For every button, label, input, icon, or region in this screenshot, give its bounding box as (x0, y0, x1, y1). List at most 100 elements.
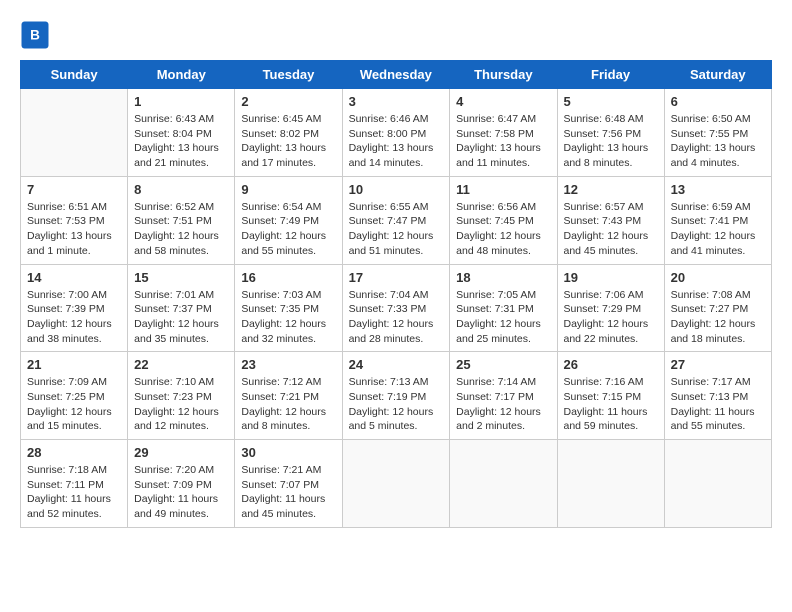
calendar-cell: 28 Sunrise: 7:18 AM Sunset: 7:11 PM Dayli… (21, 440, 128, 528)
calendar-cell: 22 Sunrise: 7:10 AM Sunset: 7:23 PM Dayli… (128, 352, 235, 440)
calendar-cell: 27 Sunrise: 7:17 AM Sunset: 7:13 PM Dayli… (664, 352, 771, 440)
weekday-header: Monday (128, 61, 235, 89)
day-number: 7 (27, 182, 121, 197)
logo: B (20, 20, 54, 50)
calendar-cell (557, 440, 664, 528)
day-info: Sunrise: 6:56 AM Sunset: 7:45 PM Dayligh… (456, 200, 550, 259)
day-number: 13 (671, 182, 765, 197)
calendar-cell (21, 89, 128, 177)
calendar-cell: 8 Sunrise: 6:52 AM Sunset: 7:51 PM Daylig… (128, 176, 235, 264)
day-info: Sunrise: 6:59 AM Sunset: 7:41 PM Dayligh… (671, 200, 765, 259)
day-info: Sunrise: 7:14 AM Sunset: 7:17 PM Dayligh… (456, 375, 550, 434)
day-info: Sunrise: 6:52 AM Sunset: 7:51 PM Dayligh… (134, 200, 228, 259)
calendar-cell: 17 Sunrise: 7:04 AM Sunset: 7:33 PM Dayli… (342, 264, 450, 352)
calendar-cell (342, 440, 450, 528)
day-info: Sunrise: 7:21 AM Sunset: 7:07 PM Dayligh… (241, 463, 335, 522)
calendar-cell: 15 Sunrise: 7:01 AM Sunset: 7:37 PM Dayli… (128, 264, 235, 352)
calendar-cell: 7Sunrise: 6:51 AM Sunset: 7:53 PM Daylig… (21, 176, 128, 264)
day-number: 5 (564, 94, 658, 109)
calendar-cell: 18 Sunrise: 7:05 AM Sunset: 7:31 PM Dayli… (450, 264, 557, 352)
day-info: Sunrise: 7:16 AM Sunset: 7:15 PM Dayligh… (564, 375, 658, 434)
day-number: 21 (27, 357, 121, 372)
day-number: 9 (241, 182, 335, 197)
day-number: 2 (241, 94, 335, 109)
calendar-cell: 10 Sunrise: 6:55 AM Sunset: 7:47 PM Dayli… (342, 176, 450, 264)
calendar-cell: 21 Sunrise: 7:09 AM Sunset: 7:25 PM Dayli… (21, 352, 128, 440)
calendar-cell: 20 Sunrise: 7:08 AM Sunset: 7:27 PM Dayli… (664, 264, 771, 352)
calendar-week-row: 1 Sunrise: 6:43 AM Sunset: 8:04 PM Daylig… (21, 89, 772, 177)
day-info: Sunrise: 7:17 AM Sunset: 7:13 PM Dayligh… (671, 375, 765, 434)
calendar-week-row: 28 Sunrise: 7:18 AM Sunset: 7:11 PM Dayli… (21, 440, 772, 528)
weekday-header: Thursday (450, 61, 557, 89)
calendar-cell: 2 Sunrise: 6:45 AM Sunset: 8:02 PM Daylig… (235, 89, 342, 177)
calendar-cell: 9 Sunrise: 6:54 AM Sunset: 7:49 PM Daylig… (235, 176, 342, 264)
day-info: Sunrise: 6:43 AM Sunset: 8:04 PM Dayligh… (134, 112, 228, 171)
calendar-cell: 25 Sunrise: 7:14 AM Sunset: 7:17 PM Dayli… (450, 352, 557, 440)
calendar-cell: 16 Sunrise: 7:03 AM Sunset: 7:35 PM Dayli… (235, 264, 342, 352)
calendar-cell: 6Sunrise: 6:50 AM Sunset: 7:55 PM Daylig… (664, 89, 771, 177)
day-number: 12 (564, 182, 658, 197)
day-number: 14 (27, 270, 121, 285)
day-number: 8 (134, 182, 228, 197)
day-info: Sunrise: 6:54 AM Sunset: 7:49 PM Dayligh… (241, 200, 335, 259)
day-number: 26 (564, 357, 658, 372)
day-info: Sunrise: 7:01 AM Sunset: 7:37 PM Dayligh… (134, 288, 228, 347)
day-info: Sunrise: 6:45 AM Sunset: 8:02 PM Dayligh… (241, 112, 335, 171)
calendar-week-row: 7Sunrise: 6:51 AM Sunset: 7:53 PM Daylig… (21, 176, 772, 264)
weekday-header: Sunday (21, 61, 128, 89)
day-number: 10 (349, 182, 444, 197)
day-number: 6 (671, 94, 765, 109)
day-number: 16 (241, 270, 335, 285)
day-info: Sunrise: 7:03 AM Sunset: 7:35 PM Dayligh… (241, 288, 335, 347)
day-info: Sunrise: 7:00 AM Sunset: 7:39 PM Dayligh… (27, 288, 121, 347)
day-info: Sunrise: 7:04 AM Sunset: 7:33 PM Dayligh… (349, 288, 444, 347)
calendar-cell: 13 Sunrise: 6:59 AM Sunset: 7:41 PM Dayli… (664, 176, 771, 264)
day-number: 15 (134, 270, 228, 285)
day-info: Sunrise: 7:18 AM Sunset: 7:11 PM Dayligh… (27, 463, 121, 522)
calendar-cell: 26 Sunrise: 7:16 AM Sunset: 7:15 PM Dayli… (557, 352, 664, 440)
day-number: 25 (456, 357, 550, 372)
calendar-cell: 1 Sunrise: 6:43 AM Sunset: 8:04 PM Daylig… (128, 89, 235, 177)
weekday-header: Tuesday (235, 61, 342, 89)
day-number: 20 (671, 270, 765, 285)
logo-icon: B (20, 20, 50, 50)
day-number: 29 (134, 445, 228, 460)
day-info: Sunrise: 6:47 AM Sunset: 7:58 PM Dayligh… (456, 112, 550, 171)
svg-text:B: B (30, 28, 40, 43)
day-info: Sunrise: 7:13 AM Sunset: 7:19 PM Dayligh… (349, 375, 444, 434)
calendar-cell: 30 Sunrise: 7:21 AM Sunset: 7:07 PM Dayli… (235, 440, 342, 528)
day-number: 28 (27, 445, 121, 460)
calendar-header-row: SundayMondayTuesdayWednesdayThursdayFrid… (21, 61, 772, 89)
calendar-cell: 29Sunrise: 7:20 AM Sunset: 7:09 PM Dayli… (128, 440, 235, 528)
day-info: Sunrise: 7:06 AM Sunset: 7:29 PM Dayligh… (564, 288, 658, 347)
day-number: 19 (564, 270, 658, 285)
weekday-header: Saturday (664, 61, 771, 89)
day-info: Sunrise: 7:05 AM Sunset: 7:31 PM Dayligh… (456, 288, 550, 347)
day-info: Sunrise: 6:48 AM Sunset: 7:56 PM Dayligh… (564, 112, 658, 171)
weekday-header: Wednesday (342, 61, 450, 89)
day-number: 23 (241, 357, 335, 372)
calendar-cell: 23Sunrise: 7:12 AM Sunset: 7:21 PM Dayli… (235, 352, 342, 440)
page-header: B (20, 20, 772, 50)
calendar-cell: 24Sunrise: 7:13 AM Sunset: 7:19 PM Dayli… (342, 352, 450, 440)
day-info: Sunrise: 6:46 AM Sunset: 8:00 PM Dayligh… (349, 112, 444, 171)
day-number: 30 (241, 445, 335, 460)
day-info: Sunrise: 7:10 AM Sunset: 7:23 PM Dayligh… (134, 375, 228, 434)
day-number: 17 (349, 270, 444, 285)
day-number: 11 (456, 182, 550, 197)
day-info: Sunrise: 7:08 AM Sunset: 7:27 PM Dayligh… (671, 288, 765, 347)
day-number: 18 (456, 270, 550, 285)
weekday-header: Friday (557, 61, 664, 89)
calendar-cell: 19 Sunrise: 7:06 AM Sunset: 7:29 PM Dayli… (557, 264, 664, 352)
calendar-cell (664, 440, 771, 528)
calendar-cell: 12Sunrise: 6:57 AM Sunset: 7:43 PM Dayli… (557, 176, 664, 264)
day-info: Sunrise: 6:55 AM Sunset: 7:47 PM Dayligh… (349, 200, 444, 259)
day-number: 1 (134, 94, 228, 109)
calendar-cell: 14 Sunrise: 7:00 AM Sunset: 7:39 PM Dayli… (21, 264, 128, 352)
day-number: 27 (671, 357, 765, 372)
day-number: 22 (134, 357, 228, 372)
day-info: Sunrise: 7:09 AM Sunset: 7:25 PM Dayligh… (27, 375, 121, 434)
calendar-cell: 5 Sunrise: 6:48 AM Sunset: 7:56 PM Daylig… (557, 89, 664, 177)
day-number: 4 (456, 94, 550, 109)
day-number: 3 (349, 94, 444, 109)
